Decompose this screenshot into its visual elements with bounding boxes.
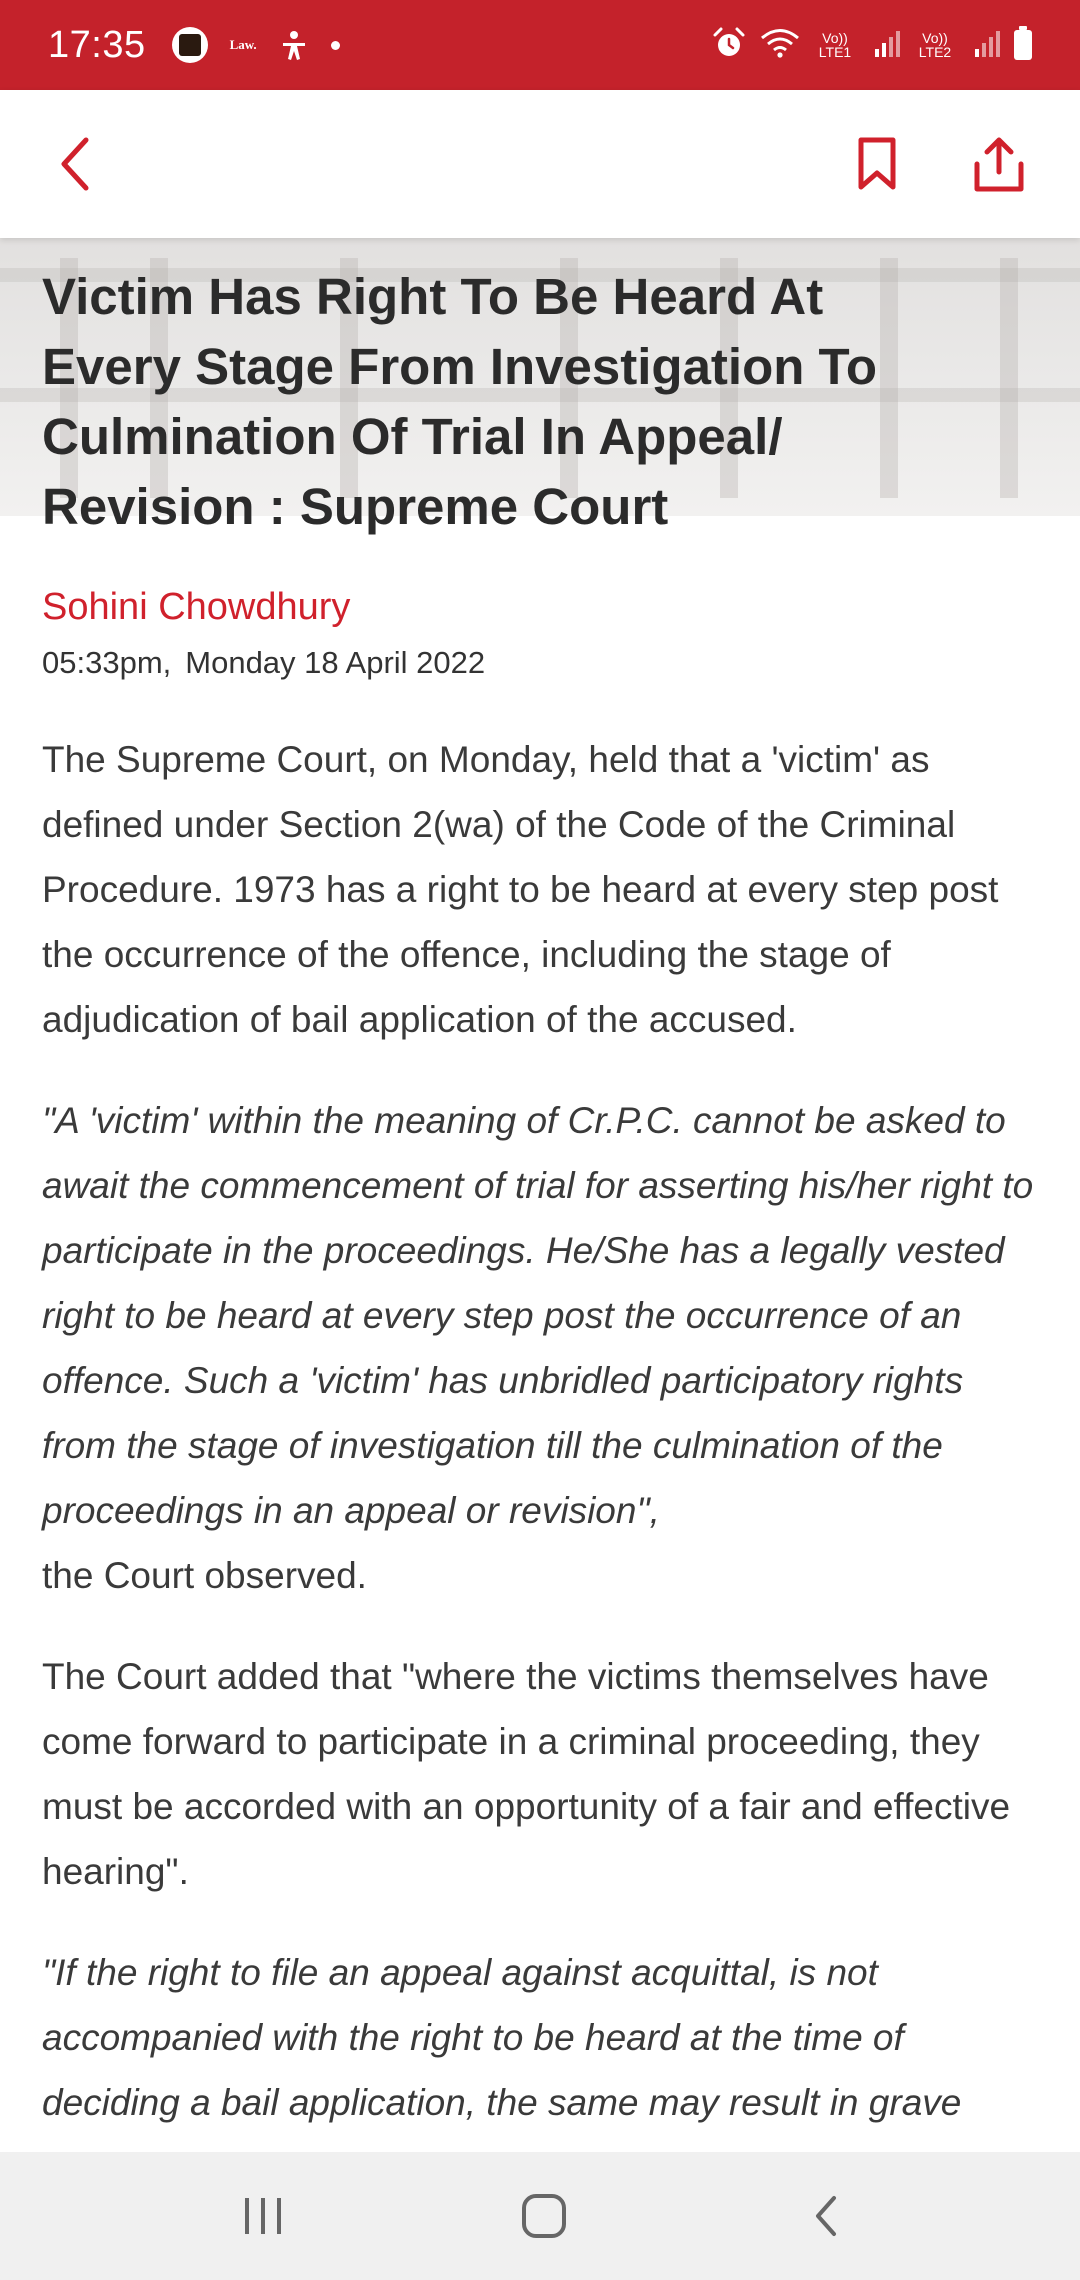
publish-time: 05:33pm, bbox=[42, 645, 172, 680]
recents-button[interactable] bbox=[193, 2152, 333, 2280]
more-notifications-dot-icon bbox=[330, 40, 340, 50]
share-icon bbox=[974, 137, 1024, 192]
paragraph: The Court added that "where the victims … bbox=[42, 1656, 1011, 1892]
share-button[interactable] bbox=[944, 90, 1054, 238]
signal-sim1-icon bbox=[874, 29, 900, 62]
paragraph: The Supreme Court, on Monday, held that … bbox=[42, 739, 999, 1040]
recents-icon bbox=[245, 2198, 281, 2234]
back-button[interactable] bbox=[20, 90, 130, 238]
home-button[interactable] bbox=[474, 2152, 614, 2280]
back-chevron-icon bbox=[61, 137, 89, 191]
sim2-label: Vo)) LTE2 bbox=[918, 30, 952, 60]
accessibility-icon bbox=[279, 29, 309, 61]
law-app-notification-icon bbox=[171, 27, 208, 63]
wifi-icon bbox=[760, 27, 800, 64]
status-bar: 17:35 Law. Vo)) LTE1 Vo)) LTE2 bbox=[0, 0, 1080, 90]
nav-back-icon bbox=[816, 2196, 836, 2236]
signal-sim2-icon bbox=[974, 29, 1000, 62]
quote-paragraph: "If the right to file an appeal against … bbox=[42, 1952, 962, 2123]
status-time: 17:35 bbox=[48, 23, 146, 66]
publish-date: Monday 18 April 2022 bbox=[185, 645, 486, 680]
battery-icon bbox=[1014, 26, 1032, 60]
quote-paragraph: "A 'victim' within the meaning of Cr.P.C… bbox=[42, 1100, 1034, 1531]
article-headline: Victim Has Right To Be Heard At Every St… bbox=[42, 268, 878, 535]
system-navigation-bar bbox=[0, 2152, 1080, 2280]
author-link[interactable]: Sohini Chowdhury bbox=[42, 586, 1042, 629]
paragraph: the Court observed. bbox=[42, 1555, 367, 1596]
nav-back-button[interactable] bbox=[756, 2152, 896, 2280]
app-bar bbox=[0, 90, 1080, 238]
bookmark-icon bbox=[858, 137, 896, 190]
publish-datetime: 05:33pm, Monday 18 April 2022 bbox=[42, 645, 1042, 681]
sim1-label: Vo)) LTE1 bbox=[818, 30, 852, 60]
status-icons: Vo)) LTE1 Vo)) LTE2 bbox=[712, 26, 1032, 65]
alarm-icon bbox=[712, 26, 746, 65]
article-body: Victim Has Right To Be Heard At Every St… bbox=[42, 262, 1042, 2135]
law-notification-label: Law. bbox=[229, 37, 257, 52]
home-icon bbox=[522, 2194, 566, 2238]
bookmark-button[interactable] bbox=[822, 90, 932, 238]
